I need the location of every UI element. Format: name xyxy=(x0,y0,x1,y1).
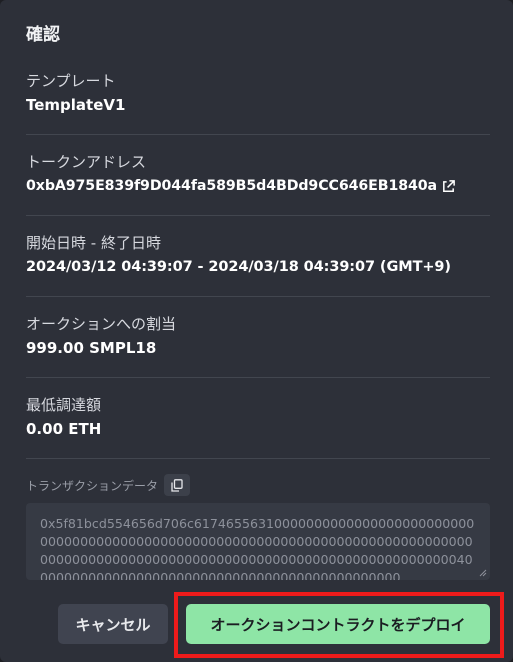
copy-icon[interactable] xyxy=(171,478,183,492)
transaction-label: トランザクションデータ xyxy=(26,478,159,493)
period-section: 開始日時 - 終了日時 2024/03/12 04:39:07 - 2024/0… xyxy=(26,233,490,277)
dialog-title: 確認 xyxy=(26,25,60,45)
min-bid-label: 最低調達額 xyxy=(26,396,102,414)
divider xyxy=(26,377,490,378)
allocation-label: オークションへの割当 xyxy=(26,315,177,333)
divider xyxy=(26,458,490,459)
token-address-section: トークンアドレス 0xbA975E839f9D044fa589B5d4BDd9C… xyxy=(26,152,490,196)
divider xyxy=(26,134,490,135)
footer-divider xyxy=(0,590,513,591)
divider xyxy=(26,296,490,297)
transaction-data-text: 0x5f81bcd554656d706c61746556310000000000… xyxy=(40,516,475,580)
template-label: テンプレート xyxy=(26,72,116,90)
min-bid-section: 最低調達額 0.00 ETH xyxy=(26,395,490,439)
allocation-value: 999.00 SMPL18 xyxy=(26,339,157,357)
confirm-dialog: 確認 テンプレート TemplateV1 トークンアドレス 0xbA975E83… xyxy=(0,0,513,662)
period-value: 2024/03/12 04:39:07 - 2024/03/18 04:39:0… xyxy=(26,259,451,275)
template-section: テンプレート TemplateV1 xyxy=(26,71,490,115)
external-link-icon[interactable] xyxy=(441,179,456,194)
template-value: TemplateV1 xyxy=(26,96,126,114)
token-address-label: トークンアドレス xyxy=(26,153,147,171)
token-address-value[interactable]: 0xbA975E839f9D044fa589B5d4BDd9CC646EB184… xyxy=(26,176,437,196)
min-bid-value: 0.00 ETH xyxy=(26,420,102,438)
allocation-section: オークションへの割当 999.00 SMPL18 xyxy=(26,314,490,358)
divider xyxy=(26,215,490,216)
cancel-button[interactable]: キャンセル xyxy=(58,604,168,644)
deploy-auction-contract-button[interactable]: オークションコントラクトをデプロイ xyxy=(186,604,490,644)
resize-handle-icon[interactable] xyxy=(479,569,487,577)
token-address-link[interactable]: 0xbA975E839f9D044fa589B5d4BDd9CC646EB184… xyxy=(26,176,490,196)
transaction-data-textarea[interactable]: 0x5f81bcd554656d706c61746556310000000000… xyxy=(26,503,490,580)
period-label: 開始日時 - 終了日時 xyxy=(26,234,161,252)
transaction-header: トランザクションデータ xyxy=(26,474,191,496)
copy-button[interactable] xyxy=(164,474,191,496)
